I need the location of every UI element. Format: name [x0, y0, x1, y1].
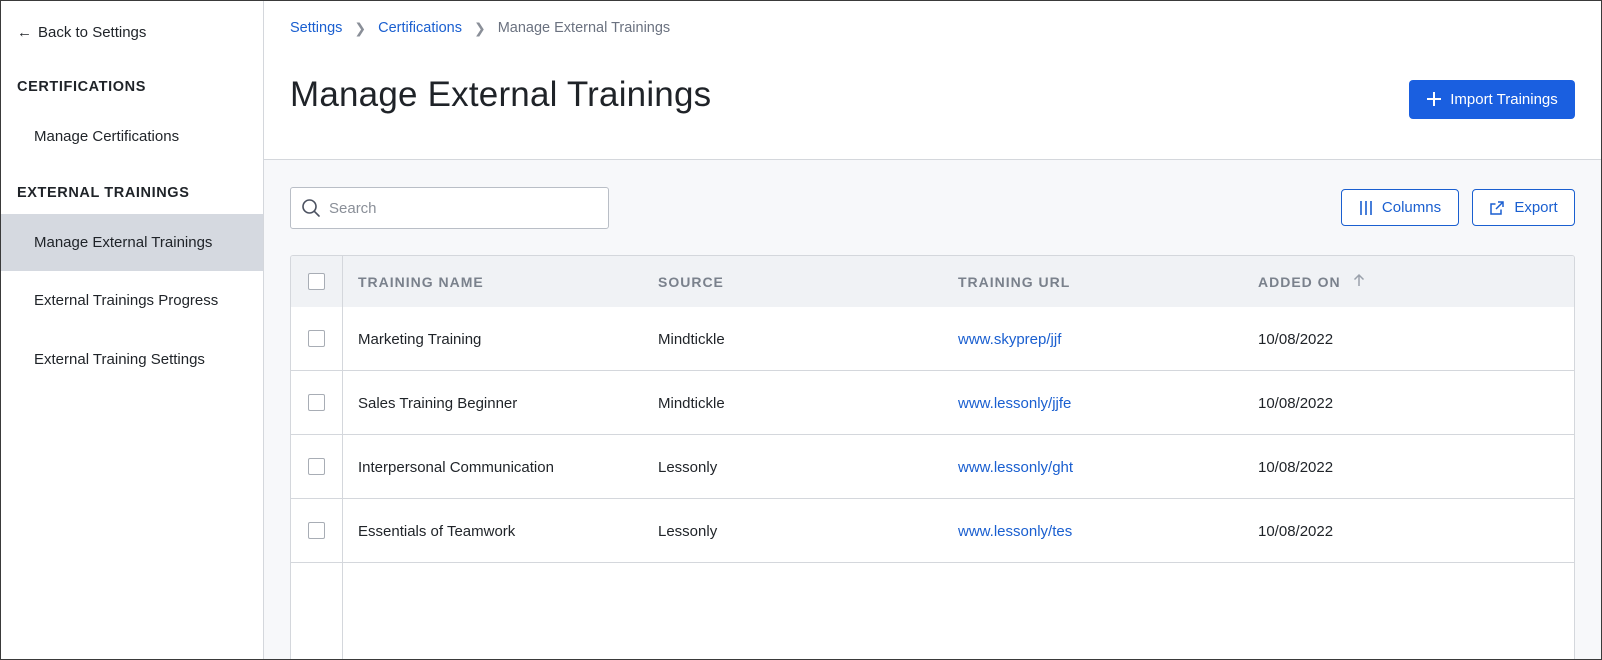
plus-icon	[1426, 89, 1442, 111]
column-header-training-url[interactable]: TRAINING URL	[958, 256, 1070, 307]
cell-training-name: Sales Training Beginner	[358, 394, 518, 412]
sidebar-item-external-trainings-progress[interactable]: External Trainings Progress	[1, 272, 263, 329]
column-header-training-name[interactable]: TRAINING NAME	[358, 256, 484, 307]
cell-added-on: 10/08/2022	[1258, 330, 1334, 348]
table-row[interactable]: Interpersonal Communication Lessonly www…	[291, 435, 1574, 499]
cell-added-on: 10/08/2022	[1258, 394, 1334, 412]
table-row[interactable]: Sales Training Beginner Mindtickle www.l…	[291, 371, 1574, 435]
cell-source: Lessonly	[658, 522, 718, 540]
back-to-settings-link[interactable]: ← Back to Settings	[17, 21, 146, 43]
arrow-up-icon[interactable]	[1353, 273, 1365, 291]
column-header-source[interactable]: SOURCE	[658, 256, 724, 307]
column-header-label: TRAINING NAME	[358, 273, 484, 290]
export-button[interactable]: Export	[1472, 189, 1575, 226]
sidebar-item-manage-certifications[interactable]: Manage Certifications	[1, 108, 263, 165]
column-header-label: ADDED ON	[1258, 273, 1341, 290]
columns-icon	[1359, 200, 1373, 216]
row-checkbox[interactable]	[308, 394, 325, 411]
content-area: Columns Export TRAINING NAME	[264, 159, 1601, 659]
breadcrumb: Settings ❯ Certifications ❯ Manage Exter…	[290, 18, 670, 38]
breadcrumb-current: Manage External Trainings	[497, 20, 671, 36]
import-trainings-button[interactable]: Import Trainings	[1409, 80, 1575, 119]
cell-training-url-link[interactable]: www.lessonly/jjfe	[958, 371, 1071, 435]
row-checkbox[interactable]	[308, 458, 325, 475]
cell-training-url-link[interactable]: www.lessonly/tes	[958, 499, 1072, 563]
cell-added-on: 10/08/2022	[1258, 522, 1334, 540]
columns-button[interactable]: Columns	[1341, 189, 1459, 226]
cell-training-url-link[interactable]: www.lessonly/ght	[958, 435, 1073, 499]
cell-training-name: Essentials of Teamwork	[358, 522, 516, 540]
trainings-table: TRAINING NAME SOURCE TRAINING URL ADDED …	[290, 255, 1575, 659]
arrow-left-icon: ←	[17, 23, 32, 41]
row-checkbox[interactable]	[308, 522, 325, 539]
app-window: ← Back to Settings CERTIFICATIONS Manage…	[0, 0, 1602, 660]
back-link-label: Back to Settings	[38, 23, 147, 41]
cell-added-on: 10/08/2022	[1258, 458, 1334, 476]
table-header: TRAINING NAME SOURCE TRAINING URL ADDED …	[291, 256, 1574, 307]
sidebar-item-manage-external-trainings[interactable]: Manage External Trainings	[1, 214, 263, 271]
section-title-external-trainings: EXTERNAL TRAININGS	[17, 185, 190, 201]
search-icon	[302, 199, 320, 217]
chevron-right-icon: ❯	[473, 19, 486, 36]
search-input[interactable]	[329, 199, 589, 217]
cell-source: Lessonly	[658, 458, 718, 476]
select-all-checkbox[interactable]	[308, 273, 325, 290]
table-row[interactable]: Marketing Training Mindtickle www.skypre…	[291, 307, 1574, 371]
cell-source: Mindtickle	[658, 330, 725, 348]
sidebar-item-external-training-settings[interactable]: External Training Settings	[1, 331, 263, 388]
page-title: Manage External Trainings	[290, 75, 712, 114]
cell-training-name: Marketing Training	[358, 330, 482, 348]
external-link-icon	[1489, 200, 1505, 216]
section-title-certifications: CERTIFICATIONS	[17, 79, 146, 95]
chevron-right-icon: ❯	[354, 19, 367, 36]
breadcrumb-settings[interactable]: Settings	[290, 20, 342, 36]
cell-training-url-link[interactable]: www.skyprep/jjf	[958, 307, 1061, 371]
column-header-label: SOURCE	[658, 273, 724, 290]
column-header-added-on[interactable]: ADDED ON	[1258, 256, 1365, 307]
cell-source: Mindtickle	[658, 394, 725, 412]
table-row[interactable]: Essentials of Teamwork Lessonly www.less…	[291, 499, 1574, 563]
search-box[interactable]	[290, 187, 609, 229]
sidebar: ← Back to Settings CERTIFICATIONS Manage…	[1, 1, 264, 659]
columns-label: Columns	[1381, 199, 1442, 216]
sidebar-item-label: Manage Certifications	[34, 128, 180, 145]
export-label: Export	[1514, 199, 1558, 216]
column-header-label: TRAINING URL	[958, 273, 1071, 290]
breadcrumb-certifications[interactable]: Certifications	[378, 20, 462, 36]
sidebar-item-label: External Trainings Progress	[34, 292, 219, 309]
main-content: Settings ❯ Certifications ❯ Manage Exter…	[264, 1, 1601, 659]
cell-training-name: Interpersonal Communication	[358, 458, 554, 476]
sidebar-item-label: External Training Settings	[34, 351, 205, 368]
row-checkbox[interactable]	[308, 330, 325, 347]
sidebar-item-label: Manage External Trainings	[34, 234, 213, 251]
import-trainings-label: Import Trainings	[1450, 91, 1558, 108]
